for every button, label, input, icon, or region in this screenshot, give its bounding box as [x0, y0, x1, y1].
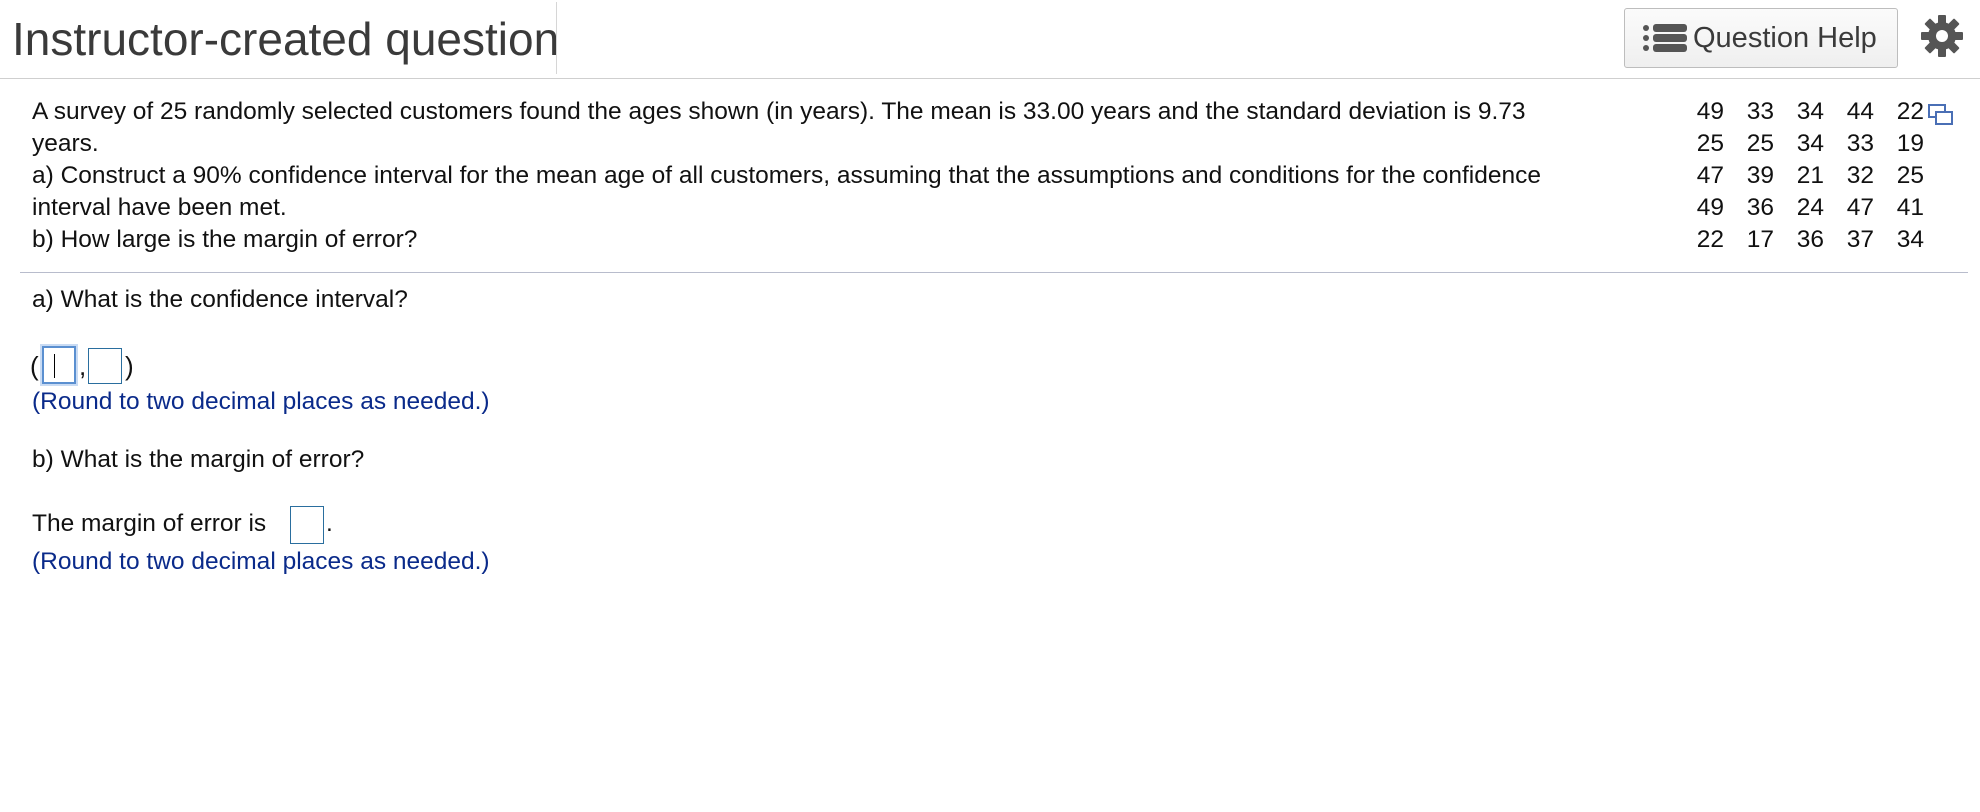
ci-lower-input[interactable]	[42, 346, 76, 384]
table-row: 22 17 36 37 34	[1690, 224, 1924, 256]
table-cell: 36	[1746, 194, 1774, 221]
table-cell: 25	[1746, 130, 1774, 157]
table-row: 49 36 24 47 41	[1690, 192, 1924, 224]
table-cell: 47	[1846, 194, 1874, 221]
table-cell: 32	[1846, 162, 1874, 189]
period: .	[326, 510, 333, 537]
comma: ,	[79, 351, 87, 381]
problem-line: A survey of 25 randomly selected custome…	[32, 98, 1526, 125]
ages-data-table: 49 33 34 44 22 25 25 34 33 19 47 39 21 3…	[1690, 96, 1924, 256]
title-divider	[556, 2, 557, 74]
problem-line: years.	[32, 130, 99, 157]
close-paren: )	[125, 351, 134, 381]
question-header: Instructor-created question Question Hel…	[0, 0, 1980, 79]
table-cell: 47	[1696, 162, 1724, 189]
table-cell: 44	[1846, 98, 1874, 125]
text-caret	[54, 354, 55, 378]
copy-data-icon[interactable]	[1928, 104, 1954, 126]
table-cell: 34	[1796, 130, 1824, 157]
problem-line: interval have been met.	[32, 194, 287, 221]
margin-of-error-label: The margin of error is	[32, 510, 267, 537]
list-icon	[1643, 23, 1687, 53]
table-cell: 41	[1896, 194, 1924, 221]
page-title: Instructor-created question	[12, 13, 560, 65]
table-cell: 34	[1796, 98, 1824, 125]
part-b-hint: (Round to two decimal places as needed.)	[32, 548, 490, 575]
table-cell: 17	[1746, 226, 1774, 253]
table-cell: 39	[1746, 162, 1774, 189]
problem-line: b) How large is the margin of error?	[32, 226, 418, 253]
table-cell: 19	[1896, 130, 1924, 157]
table-cell: 34	[1896, 226, 1924, 253]
problem-statement: A survey of 25 randomly selected custome…	[32, 96, 1672, 256]
problem-line: a) Construct a 90% confidence interval f…	[32, 162, 1541, 189]
gear-icon[interactable]	[1920, 14, 1964, 58]
table-cell: 36	[1796, 226, 1824, 253]
table-cell: 25	[1696, 130, 1724, 157]
table-cell: 49	[1696, 194, 1724, 221]
table-cell: 22	[1696, 226, 1724, 253]
part-a-hint: (Round to two decimal places as needed.)	[32, 388, 490, 415]
table-cell: 37	[1846, 226, 1874, 253]
table-cell: 33	[1746, 98, 1774, 125]
part-b-question: b) What is the margin of error?	[32, 446, 365, 473]
ci-upper-input[interactable]	[88, 348, 122, 384]
question-help-label: Question Help	[1693, 21, 1877, 54]
table-row: 47 39 21 32 25	[1690, 160, 1924, 192]
table-cell: 22	[1896, 98, 1924, 125]
table-cell: 49	[1696, 98, 1724, 125]
section-divider	[20, 272, 1968, 273]
open-paren: (	[30, 351, 39, 381]
table-row: 49 33 34 44 22	[1690, 96, 1924, 128]
part-a-question: a) What is the confidence interval?	[32, 286, 408, 313]
table-cell: 21	[1796, 162, 1824, 189]
question-help-button[interactable]: Question Help	[1624, 8, 1898, 68]
margin-of-error-input[interactable]	[290, 506, 324, 544]
table-cell: 25	[1896, 162, 1924, 189]
table-cell: 33	[1846, 130, 1874, 157]
table-row: 25 25 34 33 19	[1690, 128, 1924, 160]
table-cell: 24	[1796, 194, 1824, 221]
